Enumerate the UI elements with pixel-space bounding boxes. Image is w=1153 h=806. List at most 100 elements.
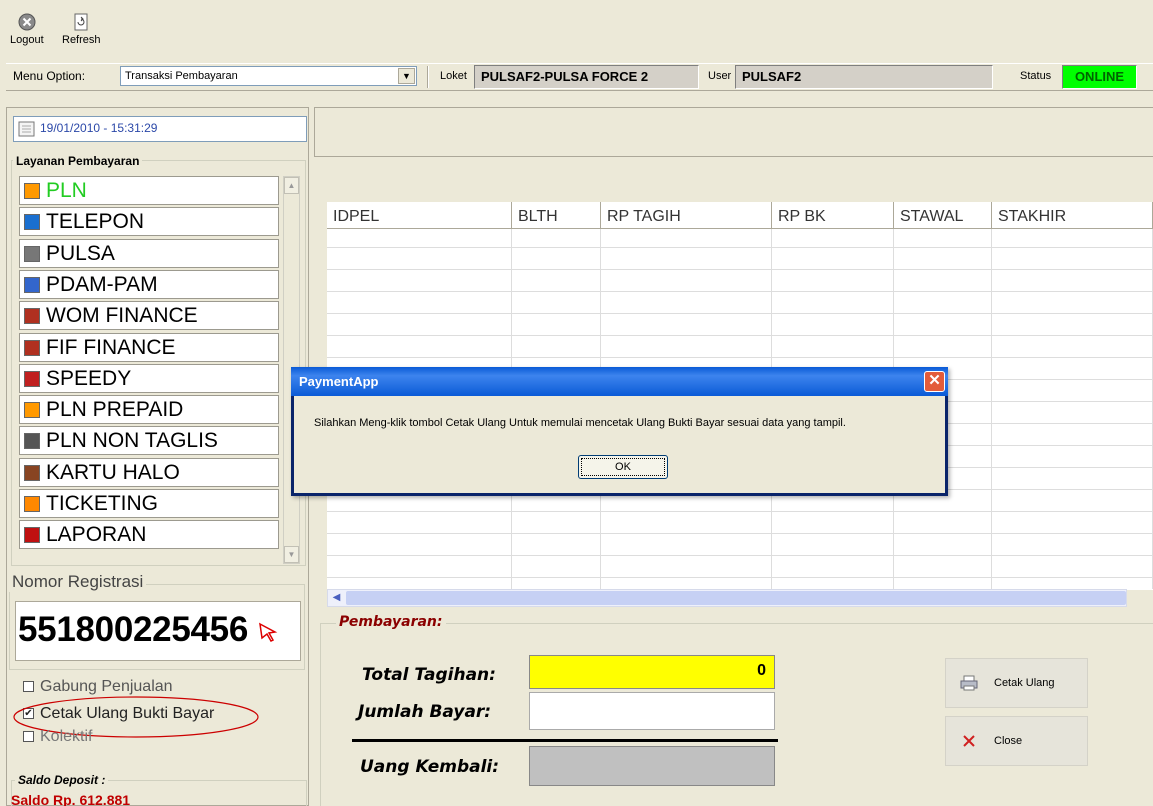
ok-button[interactable]: OK	[578, 455, 668, 479]
service-label: TELEPON	[46, 210, 145, 234]
service-item-kartu-halo[interactable]: KARTU HALO	[19, 457, 279, 487]
checkbox-label: Kolektif	[40, 728, 93, 745]
refresh-label: Refresh	[62, 34, 101, 46]
service-label: KARTU HALO	[46, 460, 180, 484]
total-tagihan-label: Total Tagihan:	[362, 665, 496, 685]
close-icon	[963, 735, 975, 747]
registration-number: 551800225456	[18, 610, 248, 649]
jumlah-bayar-input[interactable]	[529, 692, 775, 730]
service-item-fif[interactable]: FIF FINANCE	[19, 332, 279, 362]
service-label: TICKETING	[46, 492, 159, 515]
table-row	[327, 577, 1153, 578]
calendar-icon	[18, 121, 35, 137]
service-label: PULSA	[46, 241, 115, 265]
dialog-close-button[interactable]: ✕	[924, 371, 945, 392]
column-header-rp-bk[interactable]: RP BK	[772, 202, 894, 229]
kartu-halo-icon	[24, 464, 40, 481]
service-label: PLN	[46, 179, 87, 202]
logout-button[interactable]: Logout	[10, 12, 44, 46]
pulsa-icon	[24, 245, 40, 262]
service-item-telepon[interactable]: TELEPON	[19, 207, 279, 237]
dialog-titlebar[interactable]: PaymentApp ✕	[291, 367, 948, 396]
uang-kembali-field	[529, 746, 775, 786]
services-title: Layanan Pembayaran	[13, 154, 143, 168]
chevron-down-icon[interactable]: ▼	[398, 68, 415, 84]
user-field: PULSAF2	[735, 65, 993, 89]
service-label: LAPORAN	[46, 523, 147, 547]
separator	[427, 66, 429, 88]
menu-option-label: Menu Option:	[13, 69, 86, 83]
service-item-pln[interactable]: PLN	[19, 176, 279, 205]
column-header-stawal[interactable]: STAWAL	[894, 202, 992, 229]
menu-option-value: Transaksi Pembayaran	[125, 70, 238, 82]
column-header-blth[interactable]: BLTH	[512, 202, 601, 229]
loket-field: PULSAF2-PULSA FORCE 2	[474, 65, 699, 89]
close-button[interactable]: Close	[945, 716, 1088, 766]
cursor-arrow-icon	[259, 622, 278, 642]
datetime-text: 19/01/2010 - 15:31:29	[40, 121, 158, 135]
user-label: User	[708, 70, 732, 82]
column-header-rp-tagih[interactable]: RP TAGIH	[601, 202, 772, 229]
service-item-speedy[interactable]: SPEEDY	[19, 363, 279, 393]
table-row	[327, 313, 1153, 314]
logout-label: Logout	[10, 34, 44, 46]
saldo-value: Saldo Rp. 612.881	[11, 792, 131, 806]
refresh-icon	[74, 13, 88, 31]
telepon-icon	[24, 214, 40, 231]
dialog-title: PaymentApp	[299, 374, 379, 389]
grid-horizontal-scrollbar[interactable]: ◀	[327, 589, 1127, 607]
top-content-box	[314, 107, 1153, 157]
jumlah-bayar-label: Jumlah Bayar:	[358, 702, 492, 722]
service-item-ticketing[interactable]: TICKETING	[19, 489, 279, 518]
column-header-stakhir[interactable]: STAKHIR	[992, 202, 1153, 229]
service-item-laporan[interactable]: LAPORAN	[19, 520, 279, 550]
grid-column-line	[991, 229, 992, 589]
pln-icon	[24, 183, 40, 199]
refresh-button[interactable]: Refresh	[62, 12, 101, 46]
cetak-ulang-label: Cetak Ulang	[994, 677, 1055, 689]
wom-icon	[24, 308, 40, 325]
service-item-pdam[interactable]: PDAM-PAM	[19, 269, 279, 299]
service-item-pln-nontaglis[interactable]: PLN NON TAGLIS	[19, 426, 279, 456]
table-row	[327, 291, 1153, 292]
scroll-down-icon[interactable]: ▼	[284, 546, 299, 563]
total-tagihan-field: 0	[529, 655, 775, 689]
checkbox-box[interactable]	[23, 681, 34, 693]
status-label: Status	[1020, 70, 1052, 82]
close-label: Close	[994, 735, 1023, 747]
registration-number-field[interactable]: 551800225456	[15, 601, 301, 661]
scroll-up-icon[interactable]: ▲	[284, 177, 299, 194]
service-label: FIF FINANCE	[46, 335, 176, 359]
ok-label: OK	[581, 458, 665, 476]
checkbox-box[interactable]	[23, 731, 34, 743]
service-item-pulsa[interactable]: PULSA	[19, 238, 279, 268]
table-row	[327, 533, 1153, 534]
registration-title: Nomor Registrasi	[9, 572, 147, 592]
column-header-idpel[interactable]: IDPEL	[327, 202, 512, 229]
scroll-left-icon[interactable]: ◀	[328, 590, 345, 606]
service-label: PLN PREPAID	[46, 398, 184, 422]
service-label: SPEEDY	[46, 366, 132, 390]
pln-prepaid-icon	[24, 402, 40, 419]
uang-kembali-label: Uang Kembali:	[360, 757, 500, 777]
pdam-icon	[24, 276, 40, 293]
speedy-icon	[24, 370, 40, 387]
table-row	[327, 357, 1153, 358]
divider-line	[352, 739, 778, 742]
table-row	[327, 247, 1153, 248]
payment-section-title: Pembayaran:	[336, 614, 446, 630]
cetak-ulang-button[interactable]: Cetak Ulang	[945, 658, 1088, 708]
saldo-title: Saldo Deposit :	[15, 773, 109, 787]
menu-option-select[interactable]: Transaksi Pembayaran ▼	[120, 66, 417, 86]
service-item-pln-prepaid[interactable]: PLN PREPAID	[19, 395, 279, 425]
scroll-thumb[interactable]	[346, 591, 1126, 605]
payment-dialog: PaymentApp ✕ Silahkan Meng-klik tombol C…	[291, 367, 948, 496]
service-label: PLN NON TAGLIS	[46, 429, 218, 453]
total-tagihan-value: 0	[757, 662, 766, 679]
service-item-wom[interactable]: WOM FINANCE	[19, 301, 279, 331]
service-label: PDAM-PAM	[46, 272, 158, 296]
printer-icon	[960, 675, 978, 691]
service-label: WOM FINANCE	[46, 304, 198, 328]
kolektif-checkbox[interactable]: Kolektif	[23, 728, 92, 746]
table-row	[327, 335, 1153, 336]
